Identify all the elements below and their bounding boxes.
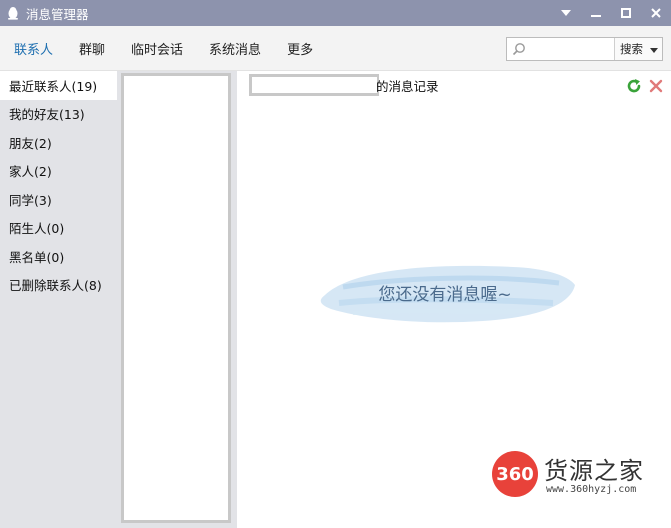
- watermark-name: 货源之家: [544, 457, 644, 485]
- empty-state: 您还没有消息喔~: [313, 257, 577, 327]
- dropdown-arrow-icon[interactable]: [551, 0, 581, 26]
- record-header: 的消息记录: [249, 73, 439, 97]
- chevron-down-icon: [650, 42, 658, 56]
- group-item-my-friends[interactable]: 我的好友(13): [0, 100, 117, 129]
- group-item-strangers[interactable]: 陌生人(0): [0, 214, 117, 243]
- window-controls: [551, 0, 671, 26]
- close-icon[interactable]: [641, 0, 671, 26]
- group-item-classmates[interactable]: 同学(3): [0, 185, 117, 214]
- watermark-url: www.360hyzj.com: [546, 484, 637, 495]
- search-icon: [507, 38, 531, 60]
- group-list: 最近联系人(19) 我的好友(13) 朋友(2) 家人(2) 同学(3) 陌生人…: [0, 71, 117, 528]
- delete-icon[interactable]: [647, 77, 665, 95]
- tab-temp-session[interactable]: 临时会话: [131, 26, 183, 71]
- watermark-360-badge: 360: [492, 451, 538, 497]
- tab-bar: 联系人 群聊 临时会话 系统消息 更多: [14, 26, 339, 71]
- search-mode-select[interactable]: 搜索: [614, 38, 662, 60]
- record-actions: [621, 77, 665, 95]
- tab-contacts[interactable]: 联系人: [14, 26, 53, 71]
- tab-group-chat[interactable]: 群聊: [79, 26, 105, 71]
- record-title: 的消息记录: [376, 78, 439, 94]
- watermark: 360 货源之家 www.360hyzj.com: [488, 449, 668, 503]
- contact-list[interactable]: [121, 73, 231, 523]
- group-item-deleted[interactable]: 已删除联系人(8): [0, 271, 117, 300]
- group-item-family[interactable]: 家人(2): [0, 157, 117, 186]
- group-item-recent[interactable]: 最近联系人(19): [0, 71, 117, 100]
- tab-more[interactable]: 更多: [287, 26, 313, 71]
- search-input[interactable]: [531, 38, 614, 60]
- tab-system-messages[interactable]: 系统消息: [209, 26, 261, 71]
- contact-name-field: [249, 74, 379, 96]
- window-title: 消息管理器: [26, 6, 89, 22]
- maximize-icon[interactable]: [611, 0, 641, 26]
- toolbar: 联系人 群聊 临时会话 系统消息 更多 搜索: [0, 26, 671, 71]
- title-bar: 消息管理器: [0, 0, 671, 26]
- minimize-icon[interactable]: [581, 0, 611, 26]
- refresh-icon[interactable]: [625, 77, 643, 95]
- qq-penguin-icon: [6, 6, 20, 20]
- group-item-friends[interactable]: 朋友(2): [0, 128, 117, 157]
- empty-message: 您还没有消息喔~: [378, 284, 512, 305]
- group-item-blacklist[interactable]: 黑名单(0): [0, 242, 117, 271]
- search-box: 搜索: [506, 37, 663, 61]
- search-mode-label: 搜索: [620, 42, 643, 56]
- contact-column: [117, 71, 237, 528]
